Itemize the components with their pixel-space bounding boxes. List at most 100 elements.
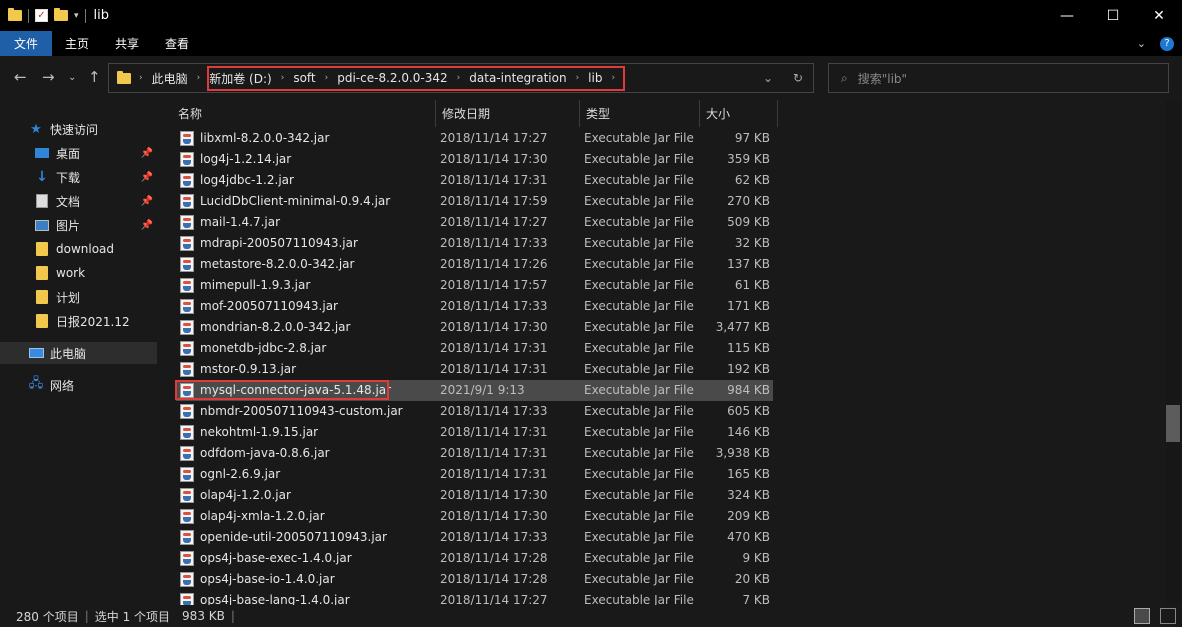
- jar-file-icon: [180, 488, 194, 503]
- pin-icon[interactable]: 📌: [141, 148, 153, 159]
- nav-item-desktop[interactable]: 桌面 📌: [0, 142, 157, 164]
- nav-item-plan[interactable]: 计划: [0, 286, 157, 308]
- vertical-scrollbar[interactable]: [1165, 100, 1182, 605]
- tab-view[interactable]: 查看: [152, 31, 202, 56]
- address-dropdown-icon[interactable]: ⌄: [753, 71, 783, 85]
- pin-icon[interactable]: 📌: [141, 196, 153, 207]
- file-name: log4jdbc-1.2.jar: [200, 173, 294, 187]
- nav-item-work[interactable]: work: [0, 262, 157, 284]
- nav-item-downloads[interactable]: ↓ 下载 📌: [0, 166, 157, 188]
- nav-item-daily-report[interactable]: 日报2021.12: [0, 310, 157, 332]
- table-row[interactable]: mysql-connector-java-5.1.48.jar 2021/9/1 …: [176, 380, 773, 401]
- address-bar[interactable]: › 此电脑 › 新加卷 (D:) › soft › pdi-ce-8.2.0.0…: [108, 63, 814, 93]
- file-size: 61 KB: [734, 278, 770, 292]
- nav-item-quick-access[interactable]: ★ 快速访问: [0, 118, 157, 140]
- table-row[interactable]: ops4j-base-lang-1.4.0.jar 2018/11/14 17:2…: [176, 590, 773, 605]
- file-name-cell: mdrapi-200507110943.jar: [176, 233, 358, 254]
- nav-item-network[interactable]: 🖧 网络: [0, 374, 157, 396]
- table-row[interactable]: ops4j-base-exec-1.4.0.jar 2018/11/14 17:2…: [176, 548, 773, 569]
- nav-item-documents[interactable]: 文档 📌: [0, 190, 157, 212]
- tab-share[interactable]: 共享: [102, 31, 152, 56]
- forward-arrow-icon[interactable]: →: [42, 68, 55, 86]
- recent-locations-icon[interactable]: ⌄: [68, 72, 76, 83]
- properties-icon[interactable]: ✓: [35, 9, 48, 22]
- status-bar: 280 个项目 | 选中 1 个项目 983 KB |: [0, 605, 1182, 627]
- details-view-icon[interactable]: [1134, 608, 1150, 624]
- file-name-cell: olap4j-1.2.0.jar: [176, 485, 291, 506]
- table-row[interactable]: mdrapi-200507110943.jar 2018/11/14 17:33 E…: [176, 233, 773, 254]
- divider: |: [230, 609, 235, 623]
- table-row[interactable]: openide-util-200507110943.jar 2018/11/14 …: [176, 527, 773, 548]
- table-row[interactable]: monetdb-jdbc-2.8.jar 2018/11/14 17:31 Exec…: [176, 338, 773, 359]
- pin-icon[interactable]: 📌: [141, 220, 153, 231]
- chevron-right-icon[interactable]: ›: [321, 73, 333, 83]
- table-row[interactable]: ognl-2.6.9.jar 2018/11/14 17:31 Executable…: [176, 464, 773, 485]
- chevron-right-icon[interactable]: ›: [453, 73, 465, 83]
- file-size: 270 KB: [727, 194, 770, 208]
- file-size: 359 KB: [727, 152, 770, 166]
- expand-ribbon-icon[interactable]: ⌄: [1137, 37, 1146, 50]
- breadcrumb-soft[interactable]: soft: [288, 71, 320, 85]
- minimize-button[interactable]: —: [1044, 0, 1090, 31]
- table-row[interactable]: mimepull-1.9.3.jar 2018/11/14 17:57 Execut…: [176, 275, 773, 296]
- maximize-button[interactable]: ☐: [1090, 0, 1136, 31]
- nav-item-pictures[interactable]: 图片 📌: [0, 214, 157, 236]
- help-icon[interactable]: ?: [1160, 36, 1174, 51]
- table-row[interactable]: LucidDbClient-minimal-0.9.4.jar 2018/11/1…: [176, 191, 773, 212]
- file-name: mondrian-8.2.0.0-342.jar: [200, 320, 351, 334]
- table-row[interactable]: nekohtml-1.9.15.jar 2018/11/14 17:31 Execu…: [176, 422, 773, 443]
- table-row[interactable]: nbmdr-200507110943-custom.jar 2018/11/14 …: [176, 401, 773, 422]
- new-folder-icon[interactable]: [54, 8, 68, 21]
- chevron-right-icon[interactable]: ›: [193, 73, 205, 83]
- breadcrumb-drive[interactable]: 新加卷 (D:): [204, 70, 276, 87]
- nav-item-this-pc[interactable]: 此电脑: [0, 342, 157, 364]
- table-row[interactable]: mstor-0.9.13.jar 2018/11/14 17:31 Executab…: [176, 359, 773, 380]
- scrollbar-thumb[interactable]: [1166, 405, 1180, 442]
- jar-file-icon: [180, 467, 194, 482]
- file-type: Executable Jar File: [584, 551, 694, 565]
- pin-icon[interactable]: 📌: [141, 172, 153, 183]
- column-type[interactable]: 类型: [580, 100, 700, 127]
- breadcrumb-this-pc[interactable]: 此电脑: [147, 70, 193, 87]
- nav-item-download[interactable]: download: [0, 238, 157, 260]
- column-name[interactable]: 名称: [172, 100, 436, 127]
- chevron-right-icon[interactable]: ›: [277, 73, 289, 83]
- network-icon: 🖧: [28, 376, 44, 391]
- table-row[interactable]: log4j-1.2.14.jar 2018/11/14 17:30 Executab…: [176, 149, 773, 170]
- large-icons-view-icon[interactable]: [1160, 608, 1176, 624]
- file-type: Executable Jar File: [584, 404, 694, 418]
- breadcrumb-data-integration[interactable]: data-integration: [464, 71, 571, 85]
- jar-file-icon: [180, 173, 194, 188]
- file-date: 2018/11/14 17:31: [440, 341, 548, 355]
- table-row[interactable]: olap4j-1.2.0.jar 2018/11/14 17:30 Executab…: [176, 485, 773, 506]
- up-arrow-icon[interactable]: ↑: [88, 68, 101, 86]
- table-row[interactable]: ops4j-base-io-1.4.0.jar 2018/11/14 17:28 E…: [176, 569, 773, 590]
- tab-file[interactable]: 文件: [0, 31, 53, 56]
- chevron-right-icon[interactable]: ›: [572, 73, 584, 83]
- column-date[interactable]: 修改日期: [436, 100, 580, 127]
- file-size: 3,477 KB: [715, 320, 770, 334]
- back-arrow-icon[interactable]: ←: [14, 68, 27, 86]
- table-row[interactable]: mof-200507110943.jar 2018/11/14 17:33 Exec…: [176, 296, 773, 317]
- table-row[interactable]: metastore-8.2.0.0-342.jar 2018/11/14 17:2…: [176, 254, 773, 275]
- refresh-icon[interactable]: ↻: [783, 71, 813, 85]
- breadcrumb-pdi[interactable]: pdi-ce-8.2.0.0-342: [332, 71, 452, 85]
- file-date: 2018/11/14 17:30: [440, 488, 548, 502]
- chevron-right-icon[interactable]: ›: [607, 73, 619, 83]
- close-button[interactable]: ✕: [1136, 0, 1182, 31]
- column-size[interactable]: 大小: [700, 100, 778, 127]
- table-row[interactable]: olap4j-xmla-1.2.0.jar 2018/11/14 17:30 Exe…: [176, 506, 773, 527]
- table-row[interactable]: log4jdbc-1.2.jar 2018/11/14 17:31 Executab…: [176, 170, 773, 191]
- table-row[interactable]: odfdom-java-0.8.6.jar 2018/11/14 17:31 Exe…: [176, 443, 773, 464]
- table-row[interactable]: libxml-8.2.0.0-342.jar 2018/11/14 17:27 Ex…: [176, 128, 773, 149]
- search-input[interactable]: ⌕ 搜索"lib": [828, 63, 1169, 93]
- table-row[interactable]: mondrian-8.2.0.0-342.jar 2018/11/14 17:30…: [176, 317, 773, 338]
- tab-home[interactable]: 主页: [52, 31, 102, 56]
- computer-icon: [28, 348, 44, 358]
- file-name: nekohtml-1.9.15.jar: [200, 425, 319, 439]
- breadcrumb-lib[interactable]: lib: [583, 71, 607, 85]
- customize-toolbar-icon[interactable]: ▾: [74, 11, 79, 21]
- chevron-right-icon[interactable]: ›: [135, 73, 147, 83]
- table-row[interactable]: mail-1.4.7.jar 2018/11/14 17:27 Executable…: [176, 212, 773, 233]
- selection-size: 983 KB: [182, 609, 225, 623]
